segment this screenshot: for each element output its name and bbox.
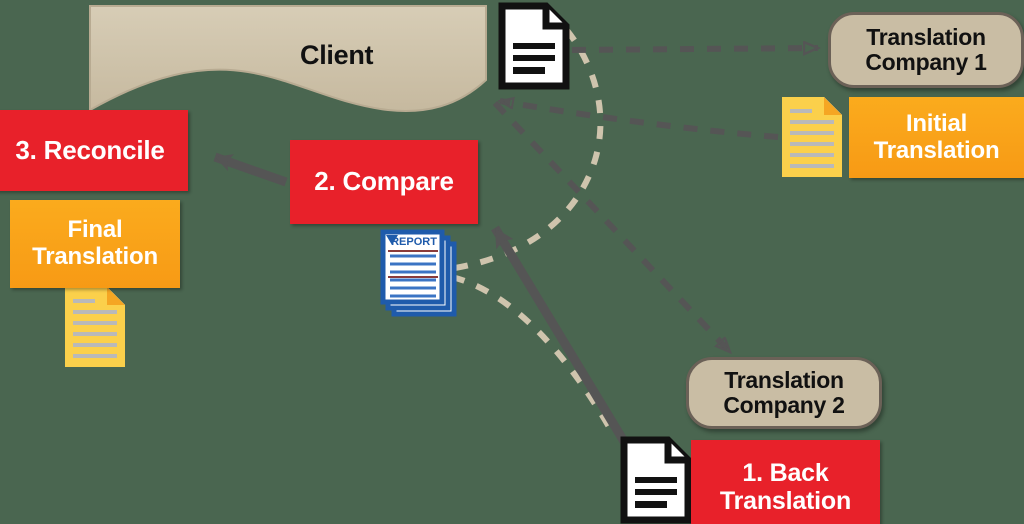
final-translation-label-line2: Translation [32, 243, 158, 270]
company1-label-line2: Company 1 [865, 49, 987, 75]
client-shape [89, 5, 487, 112]
client-label: Client [300, 40, 374, 70]
white-document-icon [498, 2, 570, 90]
client-to-company1 [571, 48, 818, 50]
diagram-canvas: Client REPORT 3. Reconcile Final Transla… [0, 0, 1024, 524]
backtranslation-to-report [491, 225, 632, 451]
compare-label: 2. Compare [314, 166, 454, 197]
company2-label-line2: Company 2 [723, 392, 845, 418]
translation-company-2-node[interactable]: Translation Company 2 [686, 357, 882, 429]
translation-company-1-node[interactable]: Translation Company 1 [828, 12, 1024, 88]
yellow-document-icon [782, 97, 842, 177]
initial-translation-label-line1: Initial [905, 109, 968, 137]
company2-label-line1: Translation [724, 366, 844, 393]
report-stack-icon: REPORT [380, 229, 457, 317]
white-document-icon [620, 436, 692, 524]
yellow-document-icon [65, 287, 125, 367]
compare-to-reconcile [213, 152, 288, 187]
final-translation-label-line1: Final [67, 216, 123, 244]
back-translation-box[interactable]: 1. Back Translation [691, 440, 880, 524]
back-translation-label-line1: 1. Back [742, 459, 829, 487]
company1-label-line1: Translation [866, 23, 986, 50]
client-to-company2 [492, 100, 733, 352]
compare-box[interactable]: 2. Compare [290, 140, 478, 224]
back-translation-label-line2: Translation [719, 487, 852, 515]
report-icon-label: REPORT [391, 236, 437, 248]
initial-translation-box[interactable]: Initial Translation [849, 97, 1024, 178]
initial-translation-label-line2: Translation [873, 136, 1000, 164]
reconcile-label: 3. Reconcile [15, 134, 165, 165]
report-curve-b [451, 274, 615, 434]
reconcile-box[interactable]: 3. Reconcile [0, 110, 188, 191]
final-translation-box[interactable]: Final Translation [10, 200, 180, 288]
company1-to-client [500, 101, 779, 140]
